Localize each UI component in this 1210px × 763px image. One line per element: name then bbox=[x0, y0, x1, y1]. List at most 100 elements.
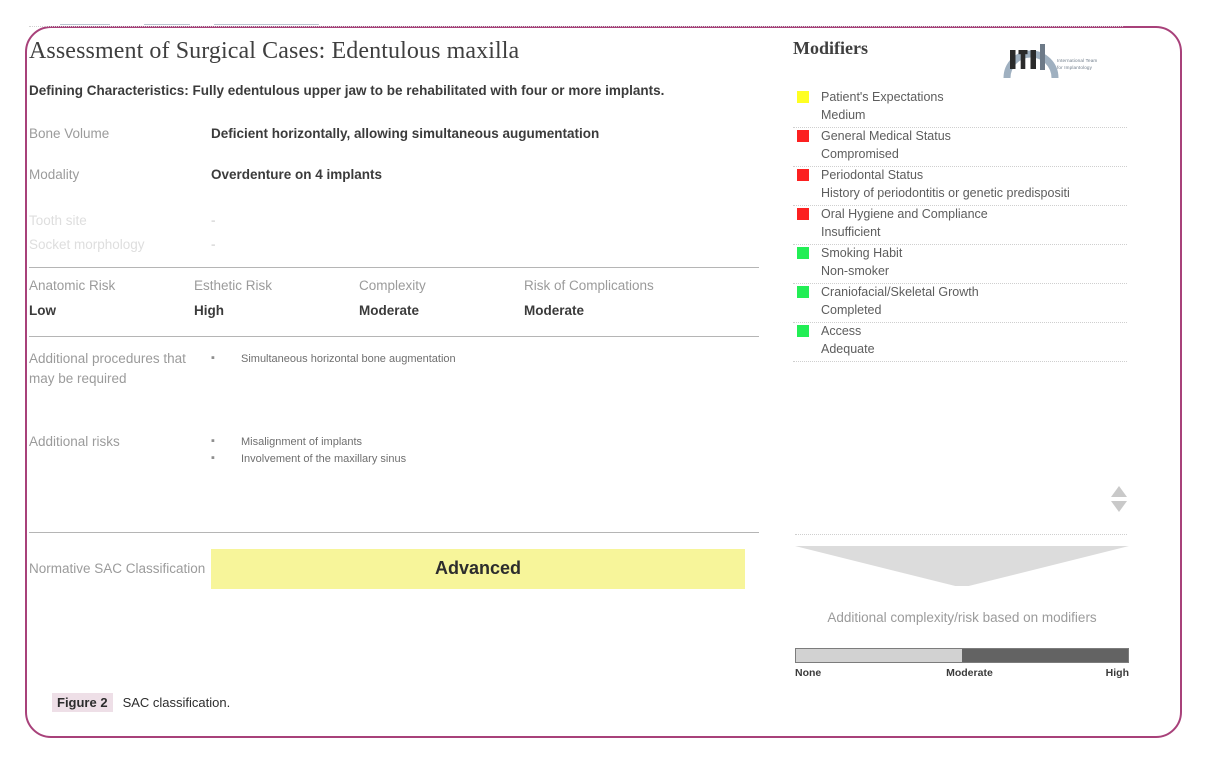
field-label-tooth-site: Tooth site bbox=[29, 213, 87, 229]
risk-meter-fill bbox=[796, 649, 962, 662]
defining-characteristics: Defining Characteristics: Fully edentulo… bbox=[29, 83, 665, 98]
iti-logo-subtext: International Team for Implantology bbox=[1057, 58, 1097, 72]
risk-column-complications: Risk of Complications Moderate bbox=[524, 278, 654, 318]
risk-meter-labels: None Moderate High bbox=[795, 667, 1129, 679]
additional-procedures-label: Additional procedures that may be requir… bbox=[29, 351, 186, 387]
modifier-value: Completed bbox=[821, 302, 882, 317]
modifier-name: General Medical Status bbox=[821, 129, 951, 143]
sheet-top-divider bbox=[29, 26, 1123, 27]
funnel-shape bbox=[795, 546, 1129, 586]
divider-above-sac bbox=[29, 531, 759, 533]
modifier-value: Compromised bbox=[821, 146, 899, 161]
risk-meter-label-high: High bbox=[1105, 667, 1129, 679]
chevron-up-icon[interactable] bbox=[1111, 486, 1127, 497]
divider-above-funnel bbox=[795, 534, 1127, 535]
assessment-column: Assessment of Surgical Cases: Edentulous… bbox=[29, 38, 759, 589]
status-swatch-icon bbox=[797, 91, 809, 103]
modifier-header: Access bbox=[793, 323, 1127, 340]
sac-assessment-sheet: Assessment of Surgical Cases: Edentulous… bbox=[27, 26, 1129, 679]
risk-column-anatomic: Anatomic Risk Low bbox=[29, 278, 194, 318]
risk-meter-label-none: None bbox=[795, 667, 822, 679]
figure-caption-text: SAC classification. bbox=[122, 695, 231, 710]
risk-meter-label-moderate: Moderate bbox=[946, 667, 993, 679]
field-label-socket-morphology: Socket morphology bbox=[29, 236, 145, 252]
risk-table: Anatomic Risk Low Esthetic Risk High Com… bbox=[29, 278, 759, 318]
list-item[interactable]: Patient's Expectations Medium bbox=[793, 89, 1127, 127]
normative-sac-label: Normative SAC Classification bbox=[29, 560, 206, 576]
iti-logo: International Team for Implantology bbox=[997, 36, 1125, 84]
chevron-down-icon[interactable] bbox=[1111, 501, 1127, 512]
figure-number: Figure 2 bbox=[52, 693, 113, 712]
modifier-value: Adequate bbox=[821, 341, 875, 356]
list-item[interactable]: Craniofacial/Skeletal Growth Completed bbox=[793, 284, 1127, 322]
additional-risks-label: Additional risks bbox=[29, 433, 120, 449]
list-item[interactable]: Smoking Habit Non-smoker bbox=[793, 245, 1127, 283]
risk-meter-track[interactable] bbox=[795, 648, 1129, 663]
divider-above-risk-table bbox=[29, 267, 759, 269]
risk-column-complexity: Complexity Moderate bbox=[359, 278, 524, 318]
modifier-name: Smoking Habit bbox=[821, 246, 903, 260]
modifier-name: Patient's Expectations bbox=[821, 90, 944, 104]
link-stub-3[interactable] bbox=[214, 23, 319, 25]
modifier-funnel-graphic: Additional complexity/risk based on modi… bbox=[795, 546, 1129, 625]
risk-meter-remainder bbox=[962, 649, 1128, 662]
modifier-name: Oral Hygiene and Compliance bbox=[821, 207, 988, 221]
risk-value-complications: Moderate bbox=[524, 303, 585, 319]
modifier-value: Medium bbox=[821, 107, 866, 122]
list-item[interactable]: Periodontal Status History of periodonti… bbox=[793, 167, 1127, 205]
field-row-tooth-site: Tooth site - bbox=[29, 211, 759, 231]
additional-procedures-row: Additional procedures that may be requir… bbox=[29, 349, 759, 390]
additional-procedures-list: Simultaneous horizontal bone augmentatio… bbox=[211, 349, 456, 390]
field-value-modality: Overdenture on 4 implants bbox=[211, 167, 383, 183]
modifier-name: Access bbox=[821, 324, 862, 338]
field-label-bone-volume: Bone Volume bbox=[29, 125, 110, 141]
modifier-header: Smoking Habit bbox=[793, 245, 1127, 262]
modifier-header: Craniofacial/Skeletal Growth bbox=[793, 284, 1127, 301]
page-title: Assessment of Surgical Cases: Edentulous… bbox=[29, 38, 520, 64]
figure-caption: Figure 2 SAC classification. bbox=[52, 693, 230, 712]
status-badge: Advanced bbox=[211, 548, 745, 589]
modifier-header: Oral Hygiene and Compliance bbox=[793, 206, 1127, 223]
list-item: Involvement of the maxillary sinus bbox=[211, 450, 406, 468]
field-row-bone-volume: Bone Volume Deficient horizontally, allo… bbox=[29, 124, 759, 144]
top-link-stubs bbox=[55, 11, 855, 25]
status-swatch-icon bbox=[797, 286, 809, 298]
iti-logo-line1: International Team bbox=[1057, 58, 1098, 63]
list-item[interactable]: Access Adequate bbox=[793, 323, 1127, 361]
additional-risks-row: Additional risks Misalignment of implant… bbox=[29, 432, 759, 468]
modifier-name: Periodontal Status bbox=[821, 168, 924, 182]
list-item[interactable]: General Medical Status Compromised bbox=[793, 128, 1127, 166]
link-stub-1[interactable] bbox=[60, 23, 110, 25]
divider-above-procedures bbox=[29, 336, 759, 338]
risk-header-esthetic: Esthetic Risk bbox=[194, 278, 273, 294]
modifier-name: Craniofacial/Skeletal Growth bbox=[821, 285, 979, 299]
normative-sac-row: Normative SAC Classification Advanced bbox=[29, 548, 759, 589]
funnel-caption: Additional complexity/risk based on modi… bbox=[827, 610, 1097, 625]
list-item[interactable]: Oral Hygiene and Compliance Insufficient bbox=[793, 206, 1127, 244]
modifier-divider bbox=[793, 361, 1127, 362]
risk-value-anatomic: Low bbox=[29, 303, 56, 319]
status-swatch-icon bbox=[797, 130, 809, 142]
modifier-value: History of periodontitis or genetic pred… bbox=[821, 185, 1070, 200]
modifiers-list: Patient's Expectations Medium General Me… bbox=[793, 89, 1127, 362]
modifiers-panel: Modifiers International Team for Implant… bbox=[793, 36, 1129, 679]
field-row-socket-morphology: Socket morphology - bbox=[29, 235, 759, 255]
link-stub-2[interactable] bbox=[144, 23, 190, 25]
field-value-socket-morphology: - bbox=[211, 236, 216, 252]
additional-risks-list: Misalignment of implants Involvement of … bbox=[211, 432, 406, 468]
status-swatch-icon bbox=[797, 247, 809, 259]
risk-value-esthetic: High bbox=[194, 303, 224, 319]
modifier-value: Non-smoker bbox=[821, 263, 890, 278]
risk-header-complexity: Complexity bbox=[359, 278, 426, 294]
field-label-modality: Modality bbox=[29, 167, 80, 183]
status-swatch-icon bbox=[797, 169, 809, 181]
iti-logo-line2: for Implantology bbox=[1057, 64, 1093, 70]
modifier-header: Patient's Expectations bbox=[793, 89, 1127, 106]
status-swatch-icon bbox=[797, 325, 809, 337]
list-item: Simultaneous horizontal bone augmentatio… bbox=[211, 350, 456, 368]
risk-meter: None Moderate High bbox=[795, 648, 1129, 679]
risk-column-esthetic: Esthetic Risk High bbox=[194, 278, 359, 318]
risk-header-anatomic: Anatomic Risk bbox=[29, 278, 116, 294]
scrollbar[interactable] bbox=[1111, 486, 1127, 512]
field-value-tooth-site: - bbox=[211, 213, 216, 229]
